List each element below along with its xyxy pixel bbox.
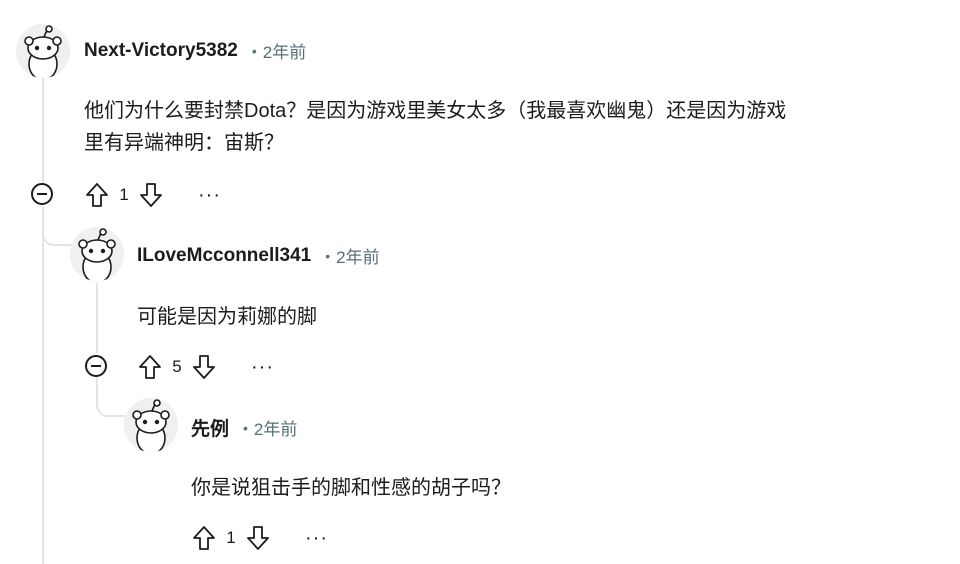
vote-count: 1 [226, 528, 236, 547]
collapse-minus-icon [91, 365, 101, 367]
comment-actions: 5 ··· [137, 352, 274, 382]
downvote-button[interactable] [245, 525, 271, 551]
upvote-button[interactable] [137, 354, 163, 380]
downvote-button[interactable] [191, 354, 217, 380]
comment-body-line: 里有异端神明：宙斯？ [84, 132, 284, 154]
upvote-arrow-icon [139, 355, 161, 379]
comment-body: 他们为什么要封禁Dota？是因为游戏里美女太多（我最喜欢幽鬼）还是因为游戏 里有… [84, 95, 786, 159]
reddit-snoo-avatar-icon [124, 398, 178, 452]
downvote-arrow-icon [193, 355, 215, 379]
comment-body-line: 可能是因为莉娜的脚 [137, 306, 317, 328]
downvote-button[interactable] [138, 182, 164, 208]
comment-meta: ILoveMcconnell341 • 2年前 [137, 243, 380, 268]
comment-meta: Next-Victory5382 • 2年前 [84, 38, 306, 63]
meta-separator: • [243, 419, 248, 436]
thread-line-level-1-cont [42, 206, 44, 564]
upvote-arrow-icon [86, 183, 108, 207]
upvote-button[interactable] [191, 525, 217, 551]
thread-line-level-1 [42, 78, 44, 186]
timestamp[interactable]: 2年前 [254, 415, 297, 440]
collapse-button[interactable] [85, 355, 107, 377]
meta-separator: • [251, 42, 257, 59]
comment-meta: 先例 • 2年前 [191, 414, 297, 441]
more-options-icon[interactable]: ··· [251, 357, 274, 377]
avatar[interactable] [124, 398, 178, 452]
more-options-icon[interactable]: ··· [198, 185, 221, 205]
downvote-arrow-icon [140, 183, 162, 207]
comment-body-line: 他们为什么要封禁Dota？是因为游戏里美女太多（我最喜欢幽鬼）还是因为游戏 [84, 100, 787, 122]
timestamp[interactable]: 2年前 [263, 38, 306, 63]
upvote-button[interactable] [84, 182, 110, 208]
username[interactable]: ILoveMcconnell341 [137, 245, 311, 267]
collapse-button[interactable] [31, 183, 53, 205]
avatar[interactable] [70, 227, 124, 281]
collapse-minus-icon [37, 193, 47, 195]
upvote-arrow-icon [193, 526, 215, 550]
comment-body: 你是说狙击手的脚和性感的胡子吗？ [191, 472, 511, 504]
vote-count: 1 [119, 185, 129, 204]
comment-body: 可能是因为莉娜的脚 [137, 301, 317, 333]
username[interactable]: 先例 [191, 414, 229, 441]
comment-body-line: 你是说狙击手的脚和性感的胡子吗？ [191, 477, 511, 499]
avatar[interactable] [16, 24, 70, 78]
comment-actions: 1 ··· [84, 180, 221, 210]
reddit-snoo-avatar-icon [16, 24, 70, 78]
vote-count: 5 [172, 357, 182, 376]
reddit-snoo-avatar-icon [70, 227, 124, 281]
thread-elbow-reply-1 [42, 206, 72, 246]
comment-actions: 1 ··· [191, 523, 328, 553]
meta-separator: • [325, 247, 331, 264]
username[interactable]: Next-Victory5382 [84, 40, 238, 62]
thread-line-level-2 [96, 283, 98, 353]
thread-elbow-reply-2 [96, 377, 126, 417]
timestamp[interactable]: 2年前 [336, 243, 379, 268]
downvote-arrow-icon [247, 526, 269, 550]
more-options-icon[interactable]: ··· [305, 528, 328, 548]
